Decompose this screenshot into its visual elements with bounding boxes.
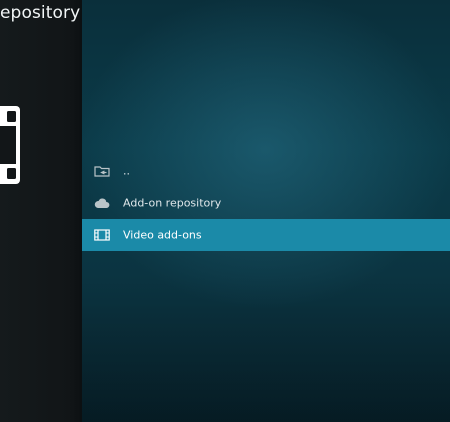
folder-back-icon xyxy=(94,166,110,177)
film-strip-icon xyxy=(94,229,110,241)
file-list: .. Add-on repository Video add-ons xyxy=(82,155,450,251)
list-item-parent-folder[interactable]: .. xyxy=(82,155,450,187)
list-item-label: .. xyxy=(123,164,130,178)
cloud-icon xyxy=(94,198,110,208)
list-item-addon-repository[interactable]: Add-on repository xyxy=(82,187,450,219)
page-title: epository xyxy=(0,3,81,23)
list-item-video-addons[interactable]: Video add-ons xyxy=(82,219,450,251)
list-item-label: Add-on repository xyxy=(123,196,222,210)
left-panel: epository xyxy=(0,0,82,422)
list-item-label: Video add-ons xyxy=(123,228,202,242)
film-strip-large-icon xyxy=(0,106,20,184)
